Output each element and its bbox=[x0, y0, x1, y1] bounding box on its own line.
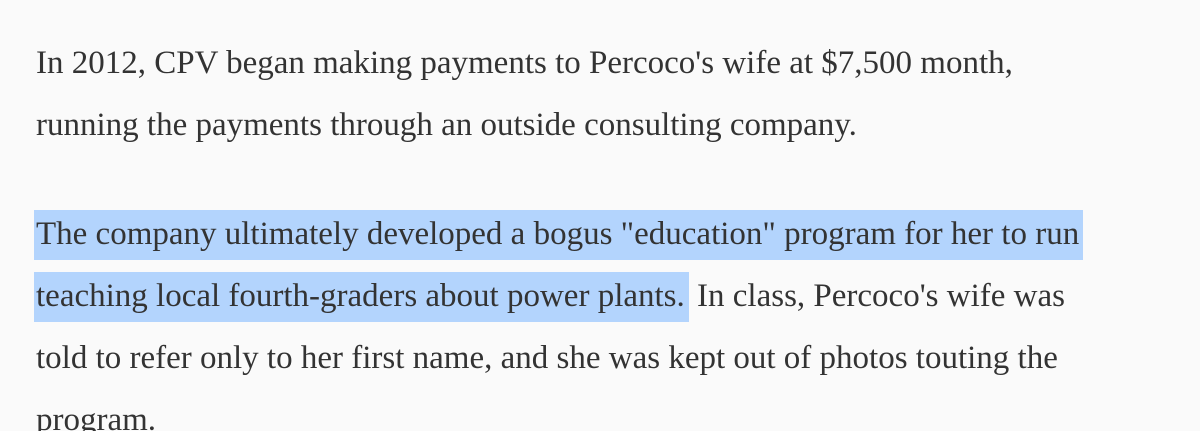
paragraph-2-line-2: teaching local fourth-graders about powe… bbox=[34, 265, 1200, 327]
paragraph-1: In 2012, CPV began making payments to Pe… bbox=[36, 0, 1200, 156]
article-body: In 2012, CPV began making payments to Pe… bbox=[0, 0, 1200, 431]
paragraph-2-line-2-rest: In class, Percoco's wife was bbox=[688, 278, 1065, 314]
selected-text[interactable]: The company ultimately developed a bogus… bbox=[34, 210, 1084, 260]
paragraph-2-line-4: program. bbox=[36, 402, 157, 431]
paragraph-2-line-3: told to refer only to her first name, an… bbox=[36, 340, 1058, 376]
paragraph-2: The company ultimately developed a bogus… bbox=[34, 156, 1200, 431]
paragraph-1-line-1: In 2012, CPV began making payments to Pe… bbox=[36, 45, 1013, 81]
paragraph-2-line-1: The company ultimately developed a bogus… bbox=[34, 203, 1200, 265]
paragraph-1-line-2: running the payments through an outside … bbox=[36, 107, 857, 143]
selected-text[interactable]: teaching local fourth-graders about powe… bbox=[34, 272, 689, 322]
